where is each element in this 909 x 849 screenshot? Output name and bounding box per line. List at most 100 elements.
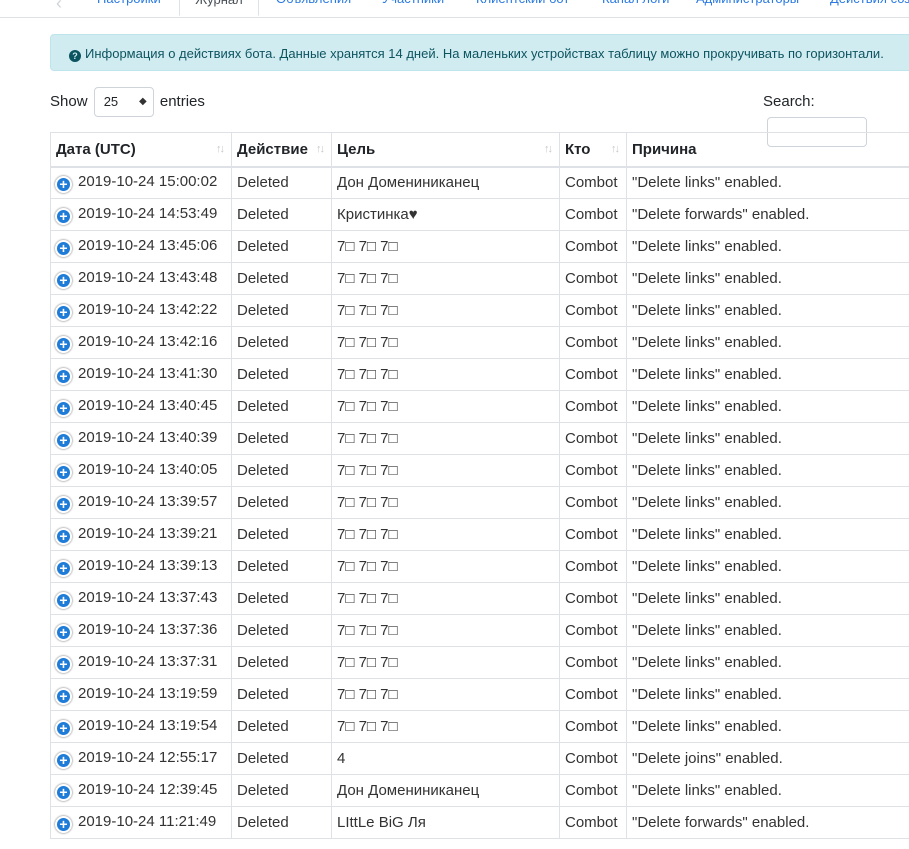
expand-row-icon[interactable]: + (55, 399, 72, 417)
column-header-reason[interactable]: Причина (626, 132, 909, 168)
expand-row-icon[interactable]: + (55, 271, 72, 289)
expand-row-icon[interactable]: + (55, 815, 72, 833)
table-row: +2019-10-24 15:00:02 Deleted Дон Домениник… (50, 166, 909, 199)
expand-row-icon[interactable]: + (55, 335, 72, 353)
tab-client-bot[interactable]: Клиентский бот (472, 0, 573, 16)
entries-select[interactable]: 25 ◆ (93, 87, 154, 118)
expand-row-icon[interactable]: + (55, 495, 72, 513)
date-value: 2019-10-24 13:40:05 (78, 460, 218, 478)
date-cell: +2019-10-24 13:40:05 (50, 454, 232, 487)
target-cell: 7□ 7□ 7□ (331, 486, 560, 519)
target-cell: 7□ 7□ 7□ (331, 390, 560, 423)
action-cell: Deleted (231, 358, 332, 391)
date-cell: +2019-10-24 13:39:57 (50, 486, 232, 519)
reason-cell: "Delete links" enabled. (626, 422, 909, 455)
tab-journal[interactable]: Журнал (179, 0, 259, 16)
date-cell: +2019-10-24 13:39:21 (50, 518, 232, 551)
who-cell: Combot (559, 710, 627, 743)
reason-cell: "Delete links" enabled. (626, 326, 909, 359)
table-row: +2019-10-24 13:40:39 Deleted 7□ 7□ 7□ Combo… (50, 422, 909, 455)
reason-cell: "Delete links" enabled. (626, 294, 909, 327)
target-cell: 7□ 7□ 7□ (331, 550, 560, 583)
expand-row-icon[interactable]: + (55, 623, 72, 641)
info-alert: ? Информация о действиях бота. Данные хра… (50, 34, 909, 71)
table-row: +2019-10-24 13:45:06 Deleted 7□ 7□ 7□ Combo… (50, 230, 909, 263)
expand-row-icon[interactable]: + (55, 207, 72, 225)
table-row: +2019-10-24 13:40:05 Deleted 7□ 7□ 7□ Combo… (50, 454, 909, 487)
table-row: +2019-10-24 12:55:17 Deleted 4 Combot "Delet… (50, 742, 909, 775)
expand-row-icon[interactable]: + (55, 303, 72, 321)
date-cell: +2019-10-24 11:21:49 (50, 806, 232, 839)
date-cell: +2019-10-24 13:37:36 (50, 614, 232, 647)
expand-row-icon[interactable]: + (55, 783, 72, 801)
action-cell: Deleted (231, 742, 332, 775)
table-row: +2019-10-24 13:39:13 Deleted 7□ 7□ 7□ Combo… (50, 550, 909, 583)
tab-log-channel[interactable]: Канал логи (598, 0, 673, 16)
date-cell: +2019-10-24 13:45:06 (50, 230, 232, 263)
table-row: +2019-10-24 13:39:57 Deleted 7□ 7□ 7□ Combo… (50, 486, 909, 519)
who-cell: Combot (559, 582, 627, 615)
target-cell: Кристинка♥ (331, 198, 560, 231)
table-row: +2019-10-24 11:21:49 Deleted LIttLe BiG Ля… (50, 806, 909, 839)
table-row: +2019-10-24 13:41:30 Deleted 7□ 7□ 7□ Combo… (50, 358, 909, 391)
tab-members[interactable]: Участники (378, 0, 448, 16)
reason-cell: "Delete links" enabled. (626, 646, 909, 679)
column-header-target[interactable]: Цель ↑↓ (331, 132, 560, 168)
reason-cell: "Delete links" enabled. (626, 582, 909, 615)
column-header-action[interactable]: Действие ↑↓ (231, 132, 332, 168)
sort-icon: ↑↓ (216, 143, 225, 155)
expand-row-icon[interactable]: + (55, 655, 72, 673)
expand-row-icon[interactable]: + (55, 367, 72, 385)
tab-settings[interactable]: Настройки (93, 0, 165, 16)
nav-tabs: ‹ Настройки Журнал Объявления Участники … (0, 0, 909, 18)
expand-row-icon[interactable]: + (55, 719, 72, 737)
tab-announcements[interactable]: Объявления (272, 0, 355, 16)
tab-administrators[interactable]: Администраторы (692, 0, 803, 16)
reason-cell: "Delete links" enabled. (626, 486, 909, 519)
table-row: +2019-10-24 13:37:31 Deleted 7□ 7□ 7□ Combo… (50, 646, 909, 679)
who-cell: Combot (559, 326, 627, 359)
expand-row-icon[interactable]: + (55, 559, 72, 577)
target-cell: 7□ 7□ 7□ (331, 422, 560, 455)
who-cell: Combot (559, 550, 627, 583)
action-cell: Deleted (231, 582, 332, 615)
sort-icon: ↑↓ (544, 143, 553, 155)
table-body: +2019-10-24 15:00:02 Deleted Дон Домениник… (50, 166, 909, 839)
reason-cell: "Delete links" enabled. (626, 454, 909, 487)
scroll-left-icon[interactable]: ‹ (56, 0, 78, 16)
column-header-who[interactable]: Кто ↑↓ (559, 132, 627, 168)
reason-cell: "Delete links" enabled. (626, 550, 909, 583)
date-cell: +2019-10-24 14:53:49 (50, 198, 232, 231)
search-label: Search: (763, 93, 815, 110)
reason-cell: "Delete links" enabled. (626, 518, 909, 551)
target-cell: Дон Домениниканец (331, 774, 560, 807)
action-cell: Deleted (231, 486, 332, 519)
reason-cell: "Delete links" enabled. (626, 390, 909, 423)
date-value: 2019-10-24 13:37:36 (78, 620, 218, 638)
column-header-date[interactable]: Дата (UTC) ↑↓ (50, 132, 232, 168)
date-value: 2019-10-24 13:42:16 (78, 332, 218, 350)
table-row: +2019-10-24 13:19:54 Deleted 7□ 7□ 7□ Combo… (50, 710, 909, 743)
table-row: +2019-10-24 13:37:43 Deleted 7□ 7□ 7□ Combo… (50, 582, 909, 615)
expand-row-icon[interactable]: + (55, 463, 72, 481)
expand-row-icon[interactable]: + (55, 175, 72, 193)
date-value: 2019-10-24 13:37:31 (78, 652, 218, 670)
reason-cell: "Delete links" enabled. (626, 262, 909, 295)
expand-row-icon[interactable]: + (55, 591, 72, 609)
who-cell: Combot (559, 614, 627, 647)
expand-row-icon[interactable]: + (55, 687, 72, 705)
expand-row-icon[interactable]: + (55, 527, 72, 545)
tab-actions[interactable]: Действия соз (826, 0, 909, 16)
table-row: +2019-10-24 13:42:16 Deleted 7□ 7□ 7□ Combo… (50, 326, 909, 359)
expand-row-icon[interactable]: + (55, 431, 72, 449)
alert-text: Информация о действиях бота. Данные хран… (85, 46, 884, 61)
table-row: +2019-10-24 13:40:45 Deleted 7□ 7□ 7□ Combo… (50, 390, 909, 423)
who-cell: Combot (559, 166, 627, 199)
action-cell: Deleted (231, 422, 332, 455)
date-value: 2019-10-24 13:40:45 (78, 396, 218, 414)
expand-row-icon[interactable]: + (55, 239, 72, 257)
table-row: +2019-10-24 13:42:22 Deleted 7□ 7□ 7□ Combo… (50, 294, 909, 327)
action-cell: Deleted (231, 518, 332, 551)
expand-row-icon[interactable]: + (55, 751, 72, 769)
sort-icon: ↑↓ (611, 143, 620, 155)
